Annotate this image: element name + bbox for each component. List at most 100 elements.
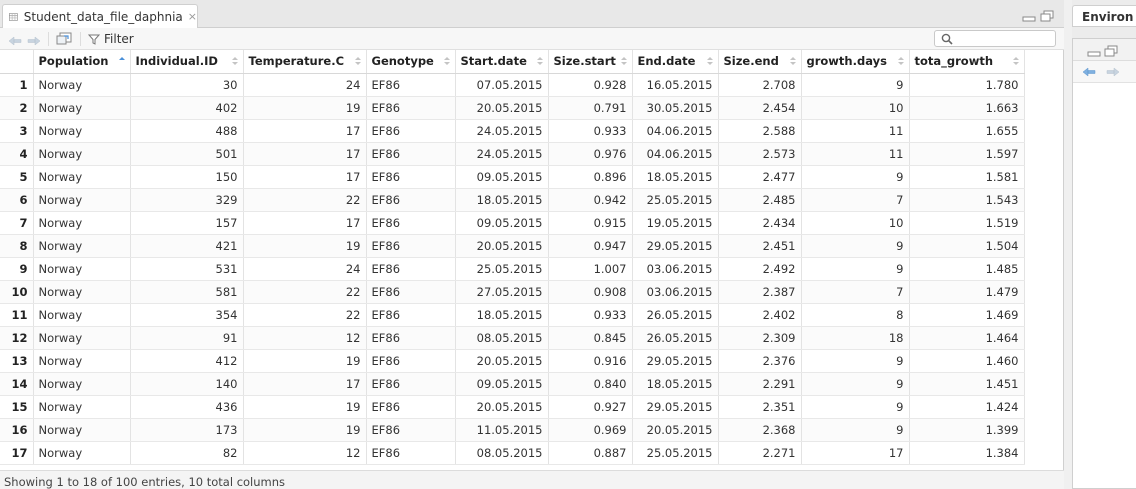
- popout-window-icon[interactable]: [56, 32, 72, 46]
- table-cell: 9: [801, 395, 910, 419]
- table-cell: 0.933: [548, 119, 633, 143]
- table-cell: Norway: [33, 234, 131, 258]
- back-arrow-icon[interactable]: [8, 34, 22, 48]
- table-row: 16 Norway 173 19 EF86 11.05.2015 0.969 20.05.20…: [0, 418, 1025, 442]
- table-cell: 9: [801, 372, 910, 396]
- table-cell: 2.434: [718, 211, 802, 235]
- filter-funnel-icon: [88, 34, 100, 45]
- column-header[interactable]: Start.date: [455, 50, 549, 74]
- table-row: 6 Norway 329 22 EF86 18.05.2015 0.942 25.05.201…: [0, 188, 1025, 212]
- column-header[interactable]: Size.end: [718, 50, 802, 74]
- table-cell: 2.588: [718, 119, 802, 143]
- table-row: 17 Norway 82 12 EF86 08.05.2015 0.887 25.05.201…: [0, 441, 1025, 465]
- minimize-pane-icon[interactable]: [1022, 10, 1036, 22]
- table-cell: 9: [801, 257, 910, 281]
- table-cell: Norway: [33, 372, 131, 396]
- table-cell: EF86: [366, 119, 456, 143]
- sort-icon[interactable]: [231, 56, 238, 66]
- forward-arrow-icon[interactable]: [27, 34, 41, 48]
- tab-environment[interactable]: Environ: [1072, 5, 1136, 27]
- maximize-pane-icon[interactable]: [1040, 10, 1054, 22]
- table-cell: EF86: [366, 395, 456, 419]
- search-input[interactable]: [957, 32, 1053, 45]
- table-cell: 24: [243, 257, 367, 281]
- table-cell: 2.492: [718, 257, 802, 281]
- table-row: 10 Norway 581 22 EF86 27.05.2015 0.908 03.06.20…: [0, 280, 1025, 304]
- table-row: 3 Norway 488 17 EF86 24.05.2015 0.933 04.06.201…: [0, 119, 1025, 143]
- table-cell: 20.05.2015: [632, 418, 719, 442]
- row-number: 13: [0, 349, 34, 373]
- table-cell: Norway: [33, 441, 131, 465]
- table-cell: 29.05.2015: [632, 234, 719, 258]
- table-cell: 0.947: [548, 234, 633, 258]
- table-cell: 08.05.2015: [455, 441, 549, 465]
- table-cell: 04.06.2015: [632, 119, 719, 143]
- table-cell: EF86: [366, 257, 456, 281]
- column-header[interactable]: Individual.ID: [130, 50, 244, 74]
- search-box[interactable]: [934, 30, 1056, 47]
- column-header[interactable]: Genotype: [366, 50, 456, 74]
- table-cell: 17: [243, 119, 367, 143]
- table-cell: 19: [243, 395, 367, 419]
- table-cell: 30: [130, 73, 244, 97]
- table-cell: 1.581: [909, 165, 1025, 189]
- table-cell: 1.451: [909, 372, 1025, 396]
- column-header[interactable]: Population: [33, 50, 131, 74]
- table-row: 15 Norway 436 19 EF86 20.05.2015 0.927 29.05.20…: [0, 395, 1025, 419]
- data-grid: Population Individual.ID Temperature.C Geno…: [0, 50, 1025, 465]
- sort-icon[interactable]: [1012, 56, 1019, 66]
- table-cell: 0.908: [548, 280, 633, 304]
- table-cell: 7: [801, 188, 910, 212]
- row-number: 8: [0, 234, 34, 258]
- table-cell: 501: [130, 142, 244, 166]
- table-body: 1 Norway 30 24 EF86 07.05.2015 0.928 16.05.2015…: [0, 73, 1025, 465]
- back-arrow-icon[interactable]: [1082, 67, 1096, 77]
- sort-icon[interactable]: [536, 56, 543, 66]
- sort-icon[interactable]: [706, 56, 713, 66]
- column-header-label: Individual.ID: [135, 54, 218, 69]
- column-header[interactable]: Size.start: [548, 50, 633, 74]
- sort-icon[interactable]: [443, 56, 450, 66]
- column-header-label: Population: [38, 54, 109, 69]
- column-header[interactable]: growth.days: [801, 50, 910, 74]
- table-row: 5 Norway 150 17 EF86 09.05.2015 0.896 18.05.201…: [0, 165, 1025, 189]
- table-cell: 20.05.2015: [455, 234, 549, 258]
- table-row: 12 Norway 91 12 EF86 08.05.2015 0.845 26.05.201…: [0, 326, 1025, 350]
- table-cell: 08.05.2015: [455, 326, 549, 350]
- table-cell: 91: [130, 326, 244, 350]
- table-cell: EF86: [366, 142, 456, 166]
- table-cell: 17: [243, 142, 367, 166]
- table-cell: 9: [801, 349, 910, 373]
- data-file-tab[interactable]: Student_data_file_daphnia ×: [2, 4, 198, 28]
- table-cell: 1.399: [909, 418, 1025, 442]
- minimize-pane-icon[interactable]: [1087, 45, 1101, 57]
- table-cell: 82: [130, 441, 244, 465]
- table-cell: 9: [801, 165, 910, 189]
- table-cell: Norway: [33, 73, 131, 97]
- column-header[interactable]: Temperature.C: [243, 50, 367, 74]
- forward-arrow-icon[interactable]: [1106, 67, 1120, 77]
- table-cell: 1.663: [909, 96, 1025, 120]
- filter-button[interactable]: Filter: [88, 32, 134, 46]
- sort-icon[interactable]: [620, 56, 627, 66]
- entries-status: Showing 1 to 18 of 100 entries, 10 total…: [4, 475, 286, 489]
- table-row: 1 Norway 30 24 EF86 07.05.2015 0.928 16.05.2015…: [0, 73, 1025, 97]
- sort-icon[interactable]: [789, 56, 796, 66]
- table-cell: 140: [130, 372, 244, 396]
- close-tab-icon[interactable]: ×: [188, 10, 197, 23]
- data-viewer-pane: Student_data_file_daphnia × Filter Popul…: [0, 0, 1064, 489]
- column-header[interactable]: tota_growth: [909, 50, 1025, 74]
- sort-icon[interactable]: [897, 56, 904, 66]
- maximize-pane-icon[interactable]: [1104, 45, 1118, 57]
- sort-icon[interactable]: [354, 56, 361, 66]
- table-cell: 11: [801, 119, 910, 143]
- table-cell: 0.969: [548, 418, 633, 442]
- sort-ascending-icon[interactable]: [118, 56, 125, 66]
- table-cell: Norway: [33, 303, 131, 327]
- data-viewer-toolbar: Filter: [0, 28, 1064, 50]
- column-header[interactable]: End.date: [632, 50, 719, 74]
- column-header-label: Genotype: [371, 54, 434, 69]
- environment-pane: Environ: [1072, 0, 1136, 489]
- table-cell: 20.05.2015: [455, 395, 549, 419]
- table-cell: 1.485: [909, 257, 1025, 281]
